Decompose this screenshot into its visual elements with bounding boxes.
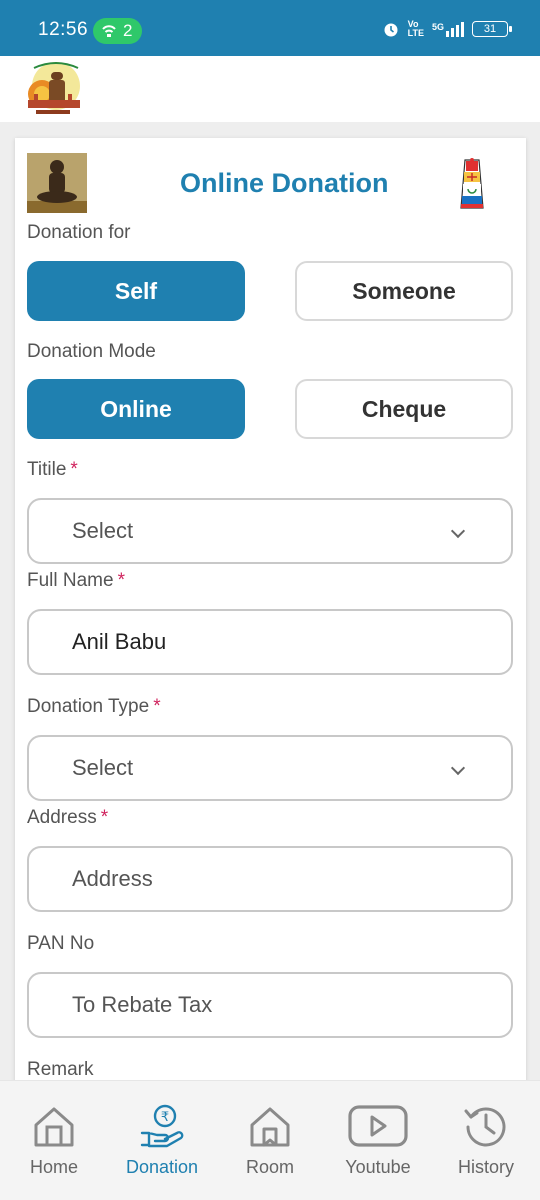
chevron-down-icon xyxy=(450,760,466,776)
full-name-label: Full Name * xyxy=(27,570,125,592)
remark-label: Remark xyxy=(27,1059,94,1080)
donation-form-card: Online Donation Donation for Self Someon… xyxy=(15,138,526,1138)
donation-mode-cheque-button[interactable]: Cheque xyxy=(295,379,513,439)
address-placeholder: Address xyxy=(72,866,153,891)
title-select-value: Select xyxy=(72,518,134,543)
app-logo-icon xyxy=(28,62,80,114)
nav-donation[interactable]: ₹ Donation xyxy=(108,1081,216,1200)
svg-text:₹: ₹ xyxy=(161,1110,169,1125)
address-label-text: Address xyxy=(27,807,97,828)
required-marker: * xyxy=(100,807,109,828)
donation-type-label: Donation Type * xyxy=(27,696,161,718)
donation-mode-label: Donation Mode xyxy=(27,341,156,362)
nav-home[interactable]: Home xyxy=(0,1081,108,1200)
jain-symbol-icon xyxy=(460,158,484,209)
nav-donation-label: Donation xyxy=(125,1157,199,1177)
donation-type-label-text: Donation Type xyxy=(27,696,150,717)
full-name-label-text: Full Name xyxy=(27,570,114,591)
donation-icon: ₹ xyxy=(140,1104,184,1148)
hotspot-badge: 2 xyxy=(93,18,143,44)
status-icons: Vo LTE 5G 31 xyxy=(382,19,512,38)
nav-history-label: History xyxy=(457,1157,514,1177)
network-type: 5G xyxy=(431,21,444,32)
home-icon xyxy=(34,1107,74,1147)
bottom-navigation: Home ₹ Donation Room Youtube History xyxy=(0,1080,540,1200)
pan-placeholder: To Rebate Tax xyxy=(72,992,213,1017)
hotspot-count: 2 xyxy=(123,21,133,40)
title-select[interactable]: Select xyxy=(27,498,513,564)
donation-for-someone-button[interactable]: Someone xyxy=(295,261,513,321)
chevron-down-icon xyxy=(450,523,466,539)
title-label-text: Titile xyxy=(27,459,67,480)
page-title: Online Donation xyxy=(180,168,389,198)
donation-for-self-button[interactable]: Self xyxy=(27,261,245,321)
history-icon xyxy=(464,1107,506,1147)
battery-icon: 31 xyxy=(472,21,512,37)
nav-room[interactable]: Room xyxy=(216,1081,324,1200)
app-bar xyxy=(0,56,540,122)
nav-home-label: Home xyxy=(29,1157,78,1177)
volte-icon: Vo LTE xyxy=(407,19,424,38)
pan-input[interactable]: To Rebate Tax xyxy=(27,972,513,1038)
donation-type-select[interactable]: Select xyxy=(27,735,513,801)
donation-type-select-value: Select xyxy=(72,755,134,780)
full-name-value: Anil Babu xyxy=(72,629,167,654)
status-bar: 12:56 2 Vo LTE 5G 31 xyxy=(0,0,540,56)
address-input[interactable]: Address xyxy=(27,846,513,912)
alarm-icon xyxy=(384,23,398,37)
donation-for-label: Donation for xyxy=(27,222,131,243)
youtube-icon xyxy=(348,1105,408,1147)
title-label: Titile * xyxy=(27,459,78,481)
hotspot-icon xyxy=(102,25,116,37)
nav-youtube-label: Youtube xyxy=(345,1157,411,1177)
required-marker: * xyxy=(153,696,161,717)
room-icon xyxy=(250,1107,290,1147)
nav-youtube[interactable]: Youtube xyxy=(324,1081,432,1200)
required-marker: * xyxy=(117,570,125,591)
pan-label: PAN No xyxy=(27,933,95,954)
status-time: 12:56 xyxy=(38,19,89,40)
donation-mode-online-button[interactable]: Online xyxy=(27,379,245,439)
signal-icon: 5G xyxy=(431,21,464,37)
address-label: Address * xyxy=(27,807,108,829)
nav-history[interactable]: History xyxy=(432,1081,540,1200)
battery-level: 31 xyxy=(483,23,497,35)
required-marker: * xyxy=(70,459,78,480)
tirthankar-image-icon xyxy=(27,153,87,213)
nav-room-label: Room xyxy=(245,1157,294,1177)
full-name-input[interactable]: Anil Babu xyxy=(27,609,513,675)
